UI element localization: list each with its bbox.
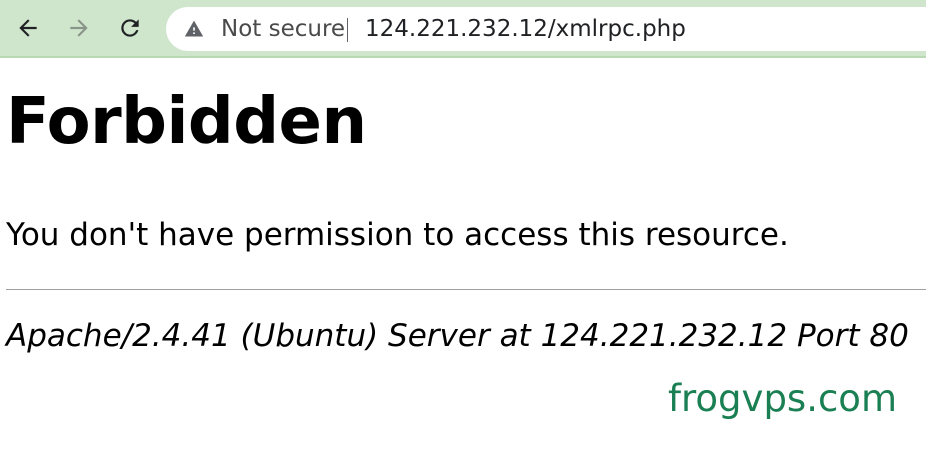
watermark-text: frogvps.com <box>668 377 897 420</box>
arrow-left-icon <box>19 19 37 37</box>
page-title: Forbidden <box>6 85 367 159</box>
url-text[interactable]: 124.221.232.12/xmlrpc.php <box>365 7 686 51</box>
forward-button[interactable] <box>62 11 96 45</box>
arrow-right-icon <box>70 19 88 37</box>
omnibox-separator <box>347 18 348 42</box>
security-status-label[interactable]: Not secure <box>221 7 345 51</box>
back-button[interactable] <box>11 11 45 45</box>
horizontal-rule <box>6 289 926 290</box>
browser-toolbar: Not secure 124.221.232.12/xmlrpc.php <box>0 0 926 58</box>
error-message: You don't have permission to access this… <box>6 217 789 253</box>
address-bar[interactable]: Not secure 124.221.232.12/xmlrpc.php <box>166 7 926 51</box>
reload-button[interactable] <box>113 11 147 45</box>
reload-icon <box>121 19 139 37</box>
server-signature: Apache/2.4.41 (Ubuntu) Server at 124.221… <box>6 318 909 354</box>
warning-triangle-icon[interactable] <box>184 19 204 39</box>
